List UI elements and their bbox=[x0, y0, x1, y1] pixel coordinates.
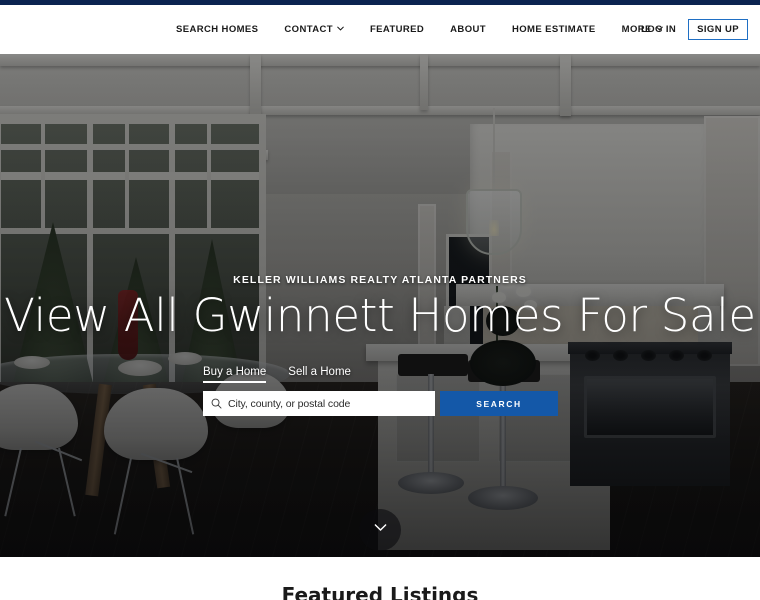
featured-listings-title: Featured Listings bbox=[281, 583, 479, 600]
tab-buy-a-home[interactable]: Buy a Home bbox=[203, 366, 276, 383]
page-title: View All Gwinnett Homes For Sale bbox=[4, 289, 756, 342]
hero-eyebrow: KELLER WILLIAMS REALTY ATLANTA PARTNERS bbox=[233, 274, 527, 286]
nav-item-home-estimate[interactable]: HOME ESTIMATE bbox=[512, 24, 596, 35]
chevron-down-icon bbox=[372, 519, 389, 541]
hero-section: KELLER WILLIAMS REALTY ATLANTA PARTNERS … bbox=[0, 54, 760, 557]
site-header: SEARCH HOMES CONTACT FEATURED ABOUT HOME… bbox=[0, 5, 760, 54]
tab-sell-a-home[interactable]: Sell a Home bbox=[276, 366, 361, 383]
nav-item-about[interactable]: ABOUT bbox=[450, 24, 486, 35]
hero-search-widget: Buy a Home Sell a Home SEARCH bbox=[203, 366, 558, 416]
signup-button[interactable]: SIGN UP bbox=[688, 18, 748, 41]
nav-label: ABOUT bbox=[450, 24, 486, 35]
nav-label: HOME ESTIMATE bbox=[511, 24, 596, 35]
search-icon bbox=[211, 398, 222, 409]
scroll-down-button[interactable] bbox=[359, 509, 401, 551]
nav-label: SEARCH HOMES bbox=[176, 24, 259, 35]
nav-item-contact[interactable]: CONTACT bbox=[284, 24, 344, 35]
header-actions: LOG IN SIGN UP bbox=[641, 18, 748, 41]
search-input[interactable] bbox=[228, 397, 427, 410]
search-tabs: Buy a Home Sell a Home bbox=[203, 366, 558, 383]
search-box[interactable] bbox=[203, 391, 435, 416]
nav-label: FEATURED bbox=[369, 24, 425, 35]
nav-item-search-homes[interactable]: SEARCH HOMES bbox=[176, 24, 258, 35]
login-link[interactable]: LOG IN bbox=[641, 24, 676, 35]
search-row: SEARCH bbox=[203, 391, 558, 416]
chevron-down-icon bbox=[337, 25, 344, 32]
nav-label: CONTACT bbox=[284, 24, 333, 35]
hero-content: KELLER WILLIAMS REALTY ATLANTA PARTNERS … bbox=[0, 54, 760, 557]
search-button[interactable]: SEARCH bbox=[440, 391, 558, 416]
nav-item-featured[interactable]: FEATURED bbox=[370, 24, 424, 35]
featured-listings-section: Featured Listings bbox=[0, 557, 760, 600]
main-navigation: SEARCH HOMES CONTACT FEATURED ABOUT HOME… bbox=[176, 24, 663, 35]
